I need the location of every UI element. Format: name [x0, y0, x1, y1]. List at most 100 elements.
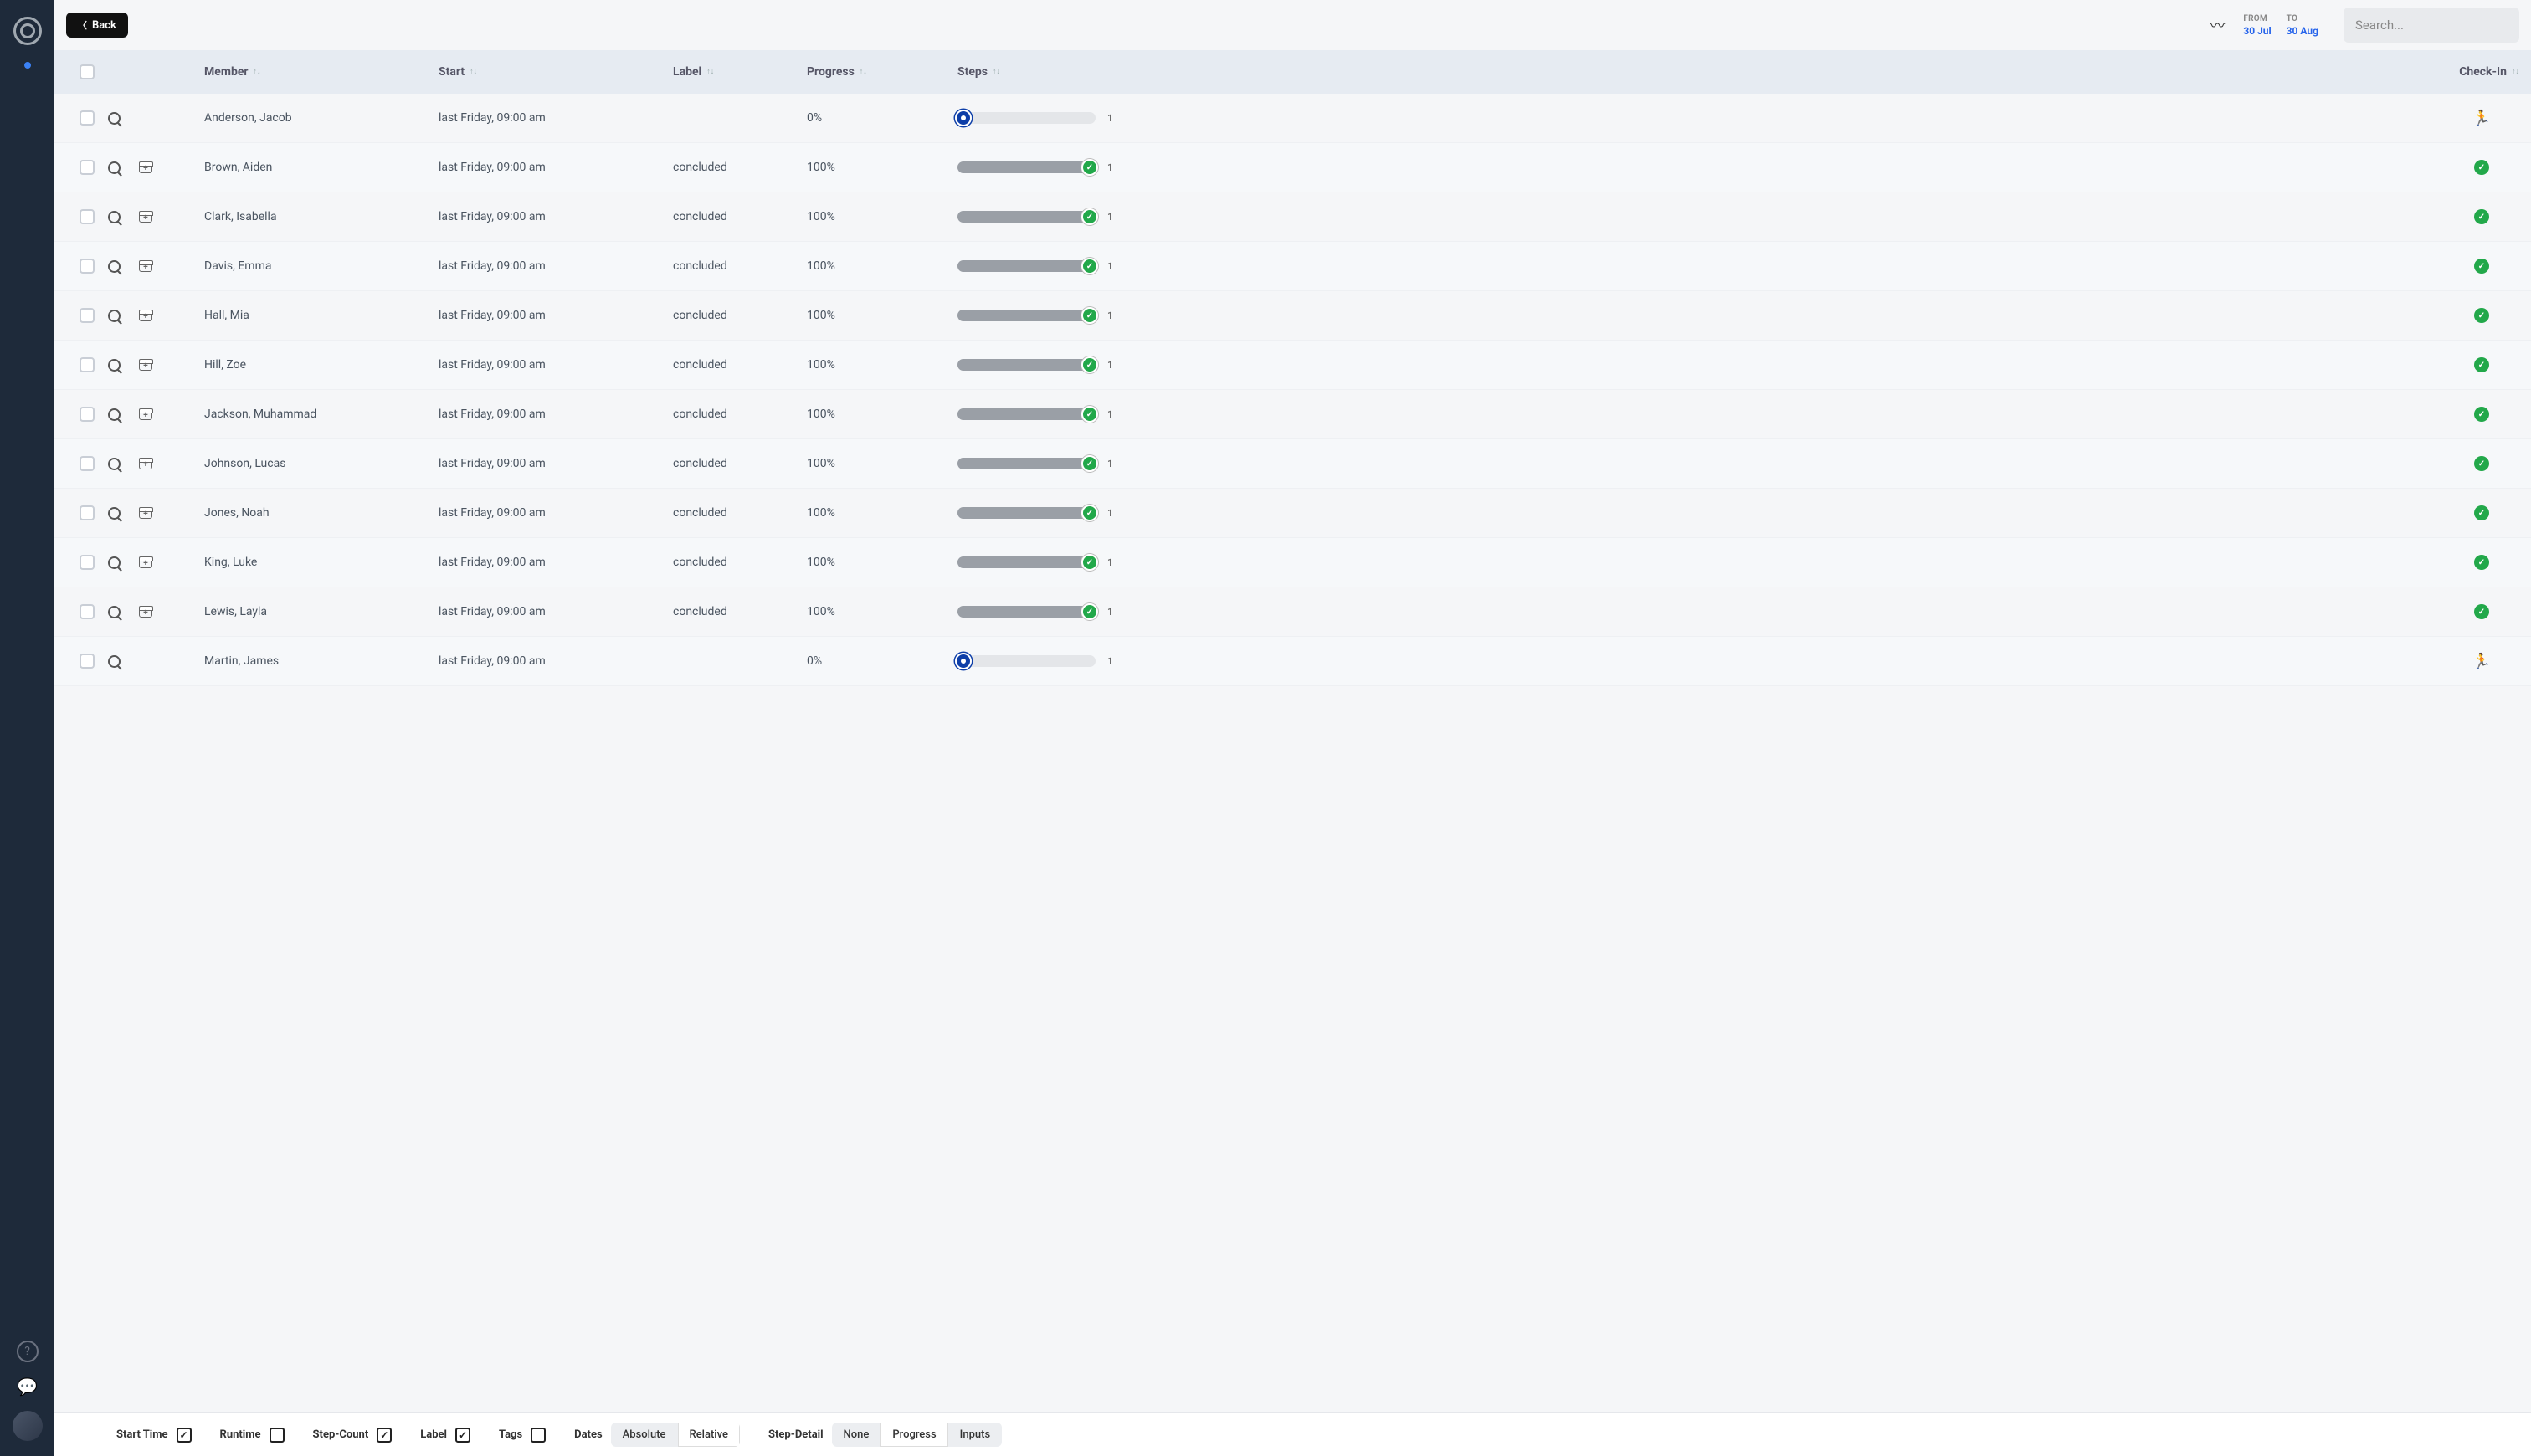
row-checkbox[interactable] [80, 259, 95, 274]
col-checkin[interactable]: Check-In [2459, 65, 2507, 79]
runtime-checkbox[interactable] [270, 1428, 285, 1443]
left-sidebar: ? 💬 [0, 0, 54, 1456]
table-header: Member ↑↓ Start ↑↓ Label ↑↓ Progress ↑↓ Step… [54, 50, 2531, 94]
table-row[interactable]: Davis, Emmalast Friday, 09:00 amconclude… [54, 242, 2531, 291]
col-progress[interactable]: Progress [807, 65, 855, 79]
label-checkbox[interactable]: ✓ [455, 1428, 470, 1443]
archive-icon[interactable] [139, 260, 152, 272]
step-detail-inputs[interactable]: Inputs [948, 1423, 1002, 1447]
search-icon[interactable] [108, 161, 121, 174]
search-icon[interactable] [108, 408, 121, 421]
table-row[interactable]: Anderson, Jacoblast Friday, 09:00 am0%1🏃 [54, 94, 2531, 143]
archive-icon[interactable] [139, 556, 152, 568]
col-label[interactable]: Label [673, 65, 701, 79]
row-checkbox[interactable] [80, 407, 95, 422]
table-row[interactable]: Brown, Aidenlast Friday, 09:00 amconclud… [54, 143, 2531, 192]
search-icon[interactable] [108, 112, 121, 125]
footer-toolbar: Start Time✓ Runtime Step-Count✓ Label✓ T… [54, 1412, 2531, 1456]
table-row[interactable]: Johnson, Lucaslast Friday, 09:00 amconcl… [54, 439, 2531, 489]
done-icon [1081, 505, 1098, 521]
sort-icon[interactable]: ↑↓ [254, 69, 261, 75]
to-label: TO [2287, 14, 2318, 23]
archive-icon[interactable] [139, 507, 152, 519]
member-cell: Hill, Zoe [204, 358, 439, 372]
col-start[interactable]: Start [439, 65, 465, 79]
step-count: 1 [1107, 260, 1113, 272]
select-all-checkbox[interactable] [80, 64, 95, 79]
user-avatar[interactable] [13, 1411, 43, 1441]
row-checkbox[interactable] [80, 357, 95, 372]
table-row[interactable]: Hall, Mialast Friday, 09:00 amconcluded1… [54, 291, 2531, 341]
search-icon[interactable] [108, 310, 121, 322]
table-row[interactable]: Martin, Jameslast Friday, 09:00 am0%1🏃 [54, 637, 2531, 686]
row-checkbox[interactable] [80, 209, 95, 224]
back-button[interactable]: 〈Back [66, 13, 128, 38]
row-checkbox[interactable] [80, 160, 95, 175]
archive-icon[interactable] [139, 161, 152, 173]
sort-icon[interactable]: ↑↓ [2512, 69, 2519, 75]
search-icon[interactable] [108, 458, 121, 470]
search-icon[interactable] [108, 507, 121, 520]
sort-icon[interactable]: ↑↓ [860, 69, 867, 75]
help-icon[interactable]: ? [17, 1341, 39, 1362]
checkin-done-icon: ✓ [2474, 407, 2489, 422]
dates-label: Dates [574, 1428, 603, 1441]
search-icon[interactable] [108, 655, 121, 668]
progress-cell: 100% [807, 210, 957, 223]
sort-icon[interactable]: ↑↓ [706, 69, 714, 75]
from-label: FROM [2243, 14, 2271, 23]
step-count: 1 [1107, 161, 1113, 173]
col-steps[interactable]: Steps [957, 65, 988, 79]
search-icon[interactable] [108, 359, 121, 372]
step-bar [957, 556, 1096, 568]
sort-icon[interactable]: ↑↓ [470, 69, 477, 75]
step-detail-progress[interactable]: Progress [880, 1423, 947, 1447]
row-checkbox[interactable] [80, 604, 95, 619]
archive-icon[interactable] [139, 310, 152, 321]
archive-icon[interactable] [139, 458, 152, 469]
step-bar [957, 112, 1096, 124]
row-checkbox[interactable] [80, 456, 95, 471]
step-detail-none[interactable]: None [832, 1423, 881, 1447]
row-checkbox[interactable] [80, 308, 95, 323]
row-checkbox[interactable] [80, 555, 95, 570]
start-cell: last Friday, 09:00 am [439, 605, 673, 618]
dates-absolute[interactable]: Absolute [611, 1423, 678, 1447]
archive-icon[interactable] [139, 408, 152, 420]
chat-icon[interactable]: 💬 [17, 1376, 39, 1397]
from-value: 30 Jul [2243, 25, 2271, 37]
dates-relative[interactable]: Relative [678, 1423, 740, 1447]
row-checkbox[interactable] [80, 110, 95, 126]
sort-icon[interactable]: ↑↓ [993, 69, 1000, 75]
search-icon[interactable] [108, 260, 121, 273]
tags-checkbox[interactable] [531, 1428, 546, 1443]
archive-icon[interactable] [139, 359, 152, 371]
search-icon[interactable] [108, 556, 121, 569]
table-row[interactable]: Jackson, Muhammadlast Friday, 09:00 amco… [54, 390, 2531, 439]
table-row[interactable]: Hill, Zoelast Friday, 09:00 amconcluded1… [54, 341, 2531, 390]
app-logo[interactable] [13, 17, 42, 45]
archive-icon[interactable] [139, 211, 152, 223]
activity-icon[interactable]: 〰 [2210, 14, 2225, 36]
step-count: 1 [1107, 408, 1113, 420]
step-count-checkbox[interactable]: ✓ [377, 1428, 392, 1443]
member-cell: Clark, Isabella [204, 210, 439, 223]
start-time-checkbox[interactable]: ✓ [177, 1428, 192, 1443]
checkin-done-icon: ✓ [2474, 456, 2489, 471]
search-icon[interactable] [108, 606, 121, 618]
opt-runtime: Runtime [220, 1428, 261, 1441]
date-range[interactable]: FROM30 Jul TO30 Aug [2243, 14, 2318, 37]
step-bar [957, 211, 1096, 223]
checkin-done-icon: ✓ [2474, 505, 2489, 520]
table-row[interactable]: King, Lukelast Friday, 09:00 amconcluded… [54, 538, 2531, 587]
table-row[interactable]: Jones, Noahlast Friday, 09:00 amconclude… [54, 489, 2531, 538]
row-checkbox[interactable] [80, 505, 95, 520]
row-checkbox[interactable] [80, 654, 95, 669]
table-row[interactable]: Lewis, Laylalast Friday, 09:00 amconclud… [54, 587, 2531, 637]
search-icon[interactable] [108, 211, 121, 223]
start-cell: last Friday, 09:00 am [439, 210, 673, 223]
archive-icon[interactable] [139, 606, 152, 618]
table-row[interactable]: Clark, Isabellalast Friday, 09:00 amconc… [54, 192, 2531, 242]
col-member[interactable]: Member [204, 65, 249, 79]
search-input[interactable] [2344, 8, 2519, 43]
